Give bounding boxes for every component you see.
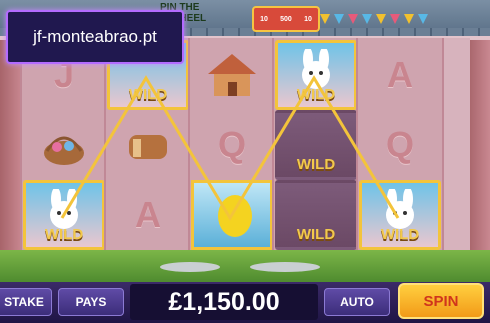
wheel-label: 10: [304, 15, 312, 23]
wild-symbol-dimmed: WILD: [275, 110, 357, 180]
bonus-chick-symbol: [191, 180, 273, 250]
reel-4: WILD WILD WILD: [272, 38, 360, 250]
reel-3: Q: [188, 38, 276, 250]
gingerbread-house-symbol: [191, 40, 273, 110]
bunting-flags: [320, 14, 428, 28]
wild-symbol-dimmed: WILD: [275, 180, 357, 250]
bunny-icon: [386, 189, 414, 229]
wild-label: WILD: [44, 226, 84, 243]
wild-label: WILD: [128, 86, 168, 103]
watermark-logo: jf-monteabrao.pt: [6, 10, 184, 64]
wild-label: WILD: [296, 86, 336, 103]
wild-symbol: WILD: [359, 180, 441, 250]
reel-grid: J WILD WILD A Q WILD WILD WILD A Q WILD: [20, 38, 470, 250]
symbol-letter: A: [387, 54, 413, 95]
wild-label: WILD: [380, 226, 420, 243]
reel-symbol: A: [107, 180, 189, 250]
stepping-stone: [160, 262, 220, 272]
symbol-letter: Q: [217, 124, 246, 165]
balance-display: £1,150.00: [130, 284, 318, 320]
reel-5: A Q WILD: [356, 38, 444, 250]
symbol-letter: A: [135, 194, 161, 235]
pays-button[interactable]: PAYS: [58, 288, 124, 316]
bread-loaf-icon: [129, 135, 167, 159]
reel-symbol: Q: [191, 110, 273, 180]
reel-symbol: Q: [359, 110, 441, 180]
wild-label: WILD: [296, 156, 336, 173]
bunny-icon: [302, 49, 330, 89]
wheel-label: 10: [260, 15, 268, 23]
bunny-icon: [50, 189, 78, 229]
reel-symbol: A: [359, 40, 441, 110]
spin-button[interactable]: SPIN: [398, 283, 484, 319]
stepping-stone: [250, 262, 320, 272]
watermark-text: jf-monteabrao.pt: [33, 27, 157, 46]
right-post: [468, 40, 490, 260]
wild-symbol: WILD: [23, 180, 105, 250]
stake-button[interactable]: STAKE: [0, 288, 52, 316]
symbol-letter: Q: [385, 124, 414, 165]
bread-symbol: [107, 110, 189, 180]
wild-symbol: WILD: [275, 40, 357, 110]
garden-ground: [0, 250, 490, 282]
left-post: [0, 40, 22, 260]
bonus-wheel-sign: 10 500 10: [252, 6, 320, 32]
chick-icon: [218, 195, 252, 237]
gingerbread-house-icon: [208, 54, 256, 96]
auto-button[interactable]: AUTO: [324, 288, 390, 316]
basket-symbol: [23, 110, 105, 180]
reel-2: WILD A: [104, 38, 192, 250]
wheel-label: 500: [280, 15, 292, 23]
reel-1: J WILD: [20, 38, 108, 250]
easter-basket-icon: [44, 136, 84, 165]
wild-label: WILD: [296, 226, 336, 243]
